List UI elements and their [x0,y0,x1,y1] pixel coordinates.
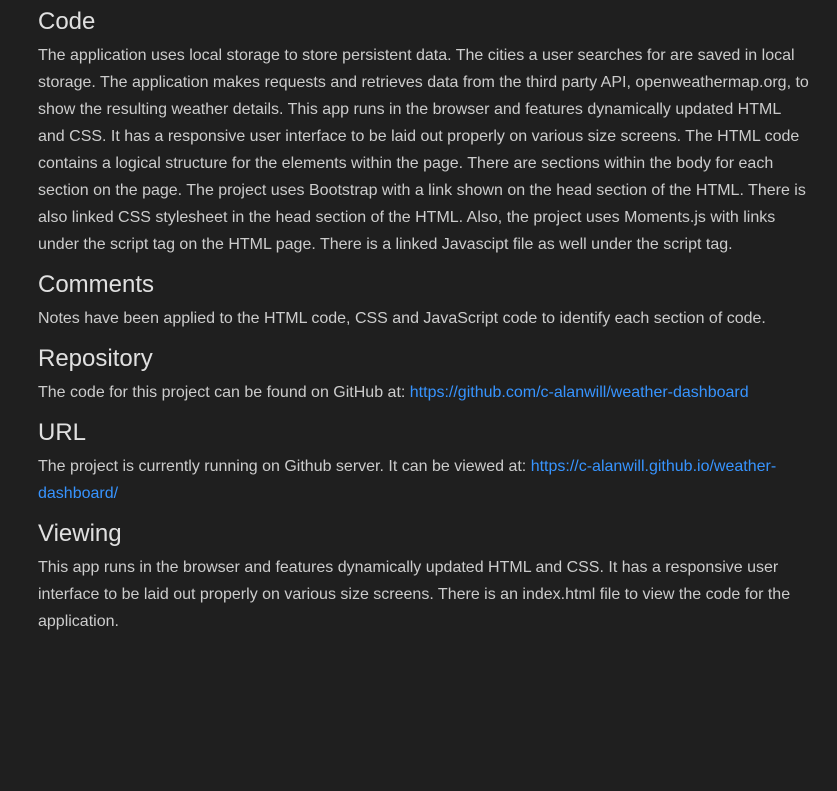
paragraph-url: The project is currently running on Gith… [38,453,809,507]
paragraph-repository: The code for this project can be found o… [38,379,809,406]
section-comments: Comments Notes have been applied to the … [38,269,809,332]
heading-code: Code [38,8,96,35]
section-code: Code The application uses local storage … [38,6,809,258]
heading-comments: Comments [38,271,155,298]
section-viewing: Viewing This app runs in the browser and… [38,518,809,635]
markdown-preview: Code The application uses local storage … [0,0,837,791]
section-url: URL The project is currently running on … [38,417,809,507]
paragraph-viewing: This app runs in the browser and feature… [38,559,791,630]
heading-url: URL [38,419,87,446]
url-text: The project is currently running on Gith… [38,458,531,475]
paragraph-code: The application uses local storage to st… [38,47,809,253]
paragraph-comments: Notes have been applied to the HTML code… [38,310,766,327]
section-repository: Repository The code for this project can… [38,343,809,406]
heading-viewing: Viewing [38,520,122,547]
repository-text: The code for this project can be found o… [38,384,410,401]
repository-link[interactable]: https://github.com/c-alanwill/weather-da… [410,384,749,401]
heading-repository: Repository [38,345,153,372]
